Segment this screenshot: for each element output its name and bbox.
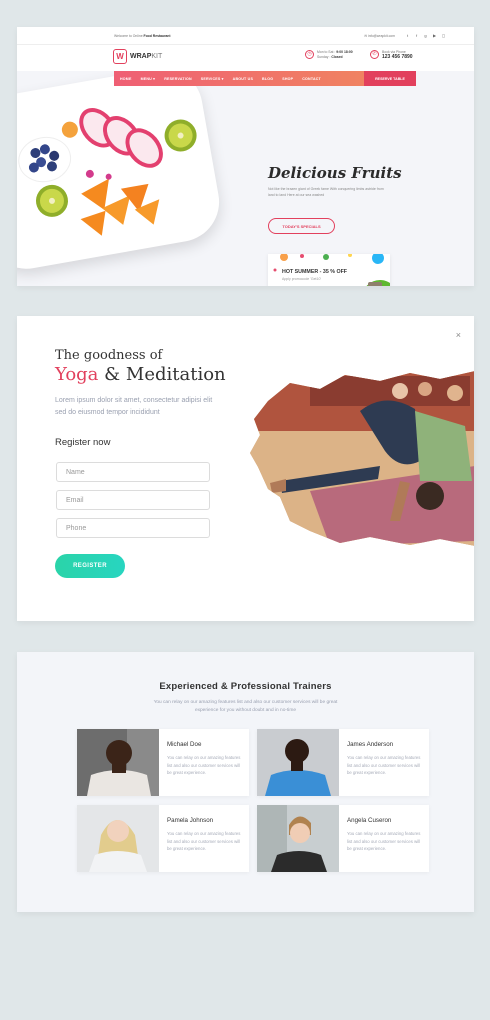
hero-subtitle: Not like the brazen giant of Greek fame … [268,187,384,197]
trainer-name: Pamela Johnson [167,817,214,824]
nav-menu[interactable]: MENU ▾ [141,77,156,81]
nav-services[interactable]: SERVICES ▾ [201,77,224,81]
logo[interactable]: W WRAPKIT [113,49,162,64]
trainer-bio: You can relay on our amazing features li… [167,831,241,851]
trainer-photo-angela [257,805,339,872]
welcome-text: Welcome to Online Food Restaurant [114,33,171,38]
nav-shop[interactable]: SHOP [282,77,293,81]
todays-specials-button[interactable]: TODAY'S SPECIALS [268,218,335,234]
trainer-bio: You can relay on our amazing features li… [167,755,241,775]
register-button[interactable]: REGISTER [55,554,125,578]
trainer-card[interactable]: James Anderson You can relay on our amaz… [257,729,429,796]
trainers-title: Experienced & Professional Trainers [159,681,332,692]
name-field[interactable]: Name [56,462,210,482]
nav-home[interactable]: HOME [120,77,132,81]
instagram-icon[interactable]: ◻ [441,33,446,38]
promo-banner[interactable]: HOT SUMMER - 35 % OFF Apply promocode 'G… [268,254,390,286]
top-bar: Welcome to Online Food Restaurant ✉ info… [17,27,474,45]
fruit-illustration [18,108,197,236]
phone-icon: ✆ [370,50,379,59]
twitter-icon[interactable]: t [405,33,410,38]
yoga-title: Yoga & Meditation [55,364,226,385]
logo-text: WRAPKIT [130,53,163,60]
trainer-bio: You can relay on our amazing features li… [347,755,421,775]
email-field[interactable]: Email [56,490,210,510]
phone-field[interactable]: Phone [56,518,210,538]
promo-title: HOT SUMMER - 35 % OFF [282,269,348,275]
reserve-table-button[interactable]: RESERVE TABLE [364,71,416,86]
trainer-name: Angela Cuseron [347,817,392,824]
nav-contact[interactable]: CONTACT [302,77,321,81]
yoga-description: Lorem ipsum dolor sit amet, consectetur … [55,397,213,416]
trainer-name: James Anderson [347,741,394,748]
nav-reservation[interactable]: RESERVATION [164,77,192,81]
promo-subtitle: Apply promocode 'Get10' [282,277,322,281]
trainer-card[interactable]: Pamela Johnson You can relay on our amaz… [77,805,249,872]
yoga-pretitle: The goodness of [55,348,163,363]
logo-mark: W [113,49,127,64]
trainer-photo-james [257,729,339,796]
trainer-name: Michael Doe [167,741,202,748]
youtube-icon[interactable]: ▶ [432,33,437,38]
nav-blog[interactable]: BLOG [262,77,273,81]
google-plus-icon[interactable]: g [423,33,428,38]
email-link[interactable]: ✉ info@wrapkit.com [364,34,395,38]
site-header: W WRAPKIT ◷ Mon to Sat : 9:00 18:00 Sund… [17,45,474,71]
trainer-card[interactable]: Michael Doe You can relay on our amazing… [77,729,249,796]
hero-title: Delicious Fruits [268,164,402,182]
trainer-photo-michael [77,729,159,796]
clock-icon: ◷ [305,50,314,59]
restaurant-preview: Delicious Fruits Not like the brazen gia… [17,27,474,286]
facebook-icon[interactable]: f [414,33,419,38]
hero-section: Delicious Fruits Not like the brazen gia… [17,61,474,286]
main-nav: HOME MENU ▾ RESERVATION SERVICES ▾ ABOUT… [114,71,416,86]
opening-hours: ◷ Mon to Sat : 9:00 18:00 Sunday : Close… [305,50,353,60]
yoga-registration-modal: × The goodness of Yoga & Meditation Lore… [17,316,474,621]
close-icon[interactable]: × [456,330,461,340]
register-title: Register now [55,437,111,448]
phone-info: ✆ Book via Phone 123 456 7890 [370,50,413,60]
trainer-photo-pamela [77,805,159,872]
trainer-card[interactable]: Angela Cuseron You can relay on our amaz… [257,805,429,872]
trainers-section: Experienced & Professional Trainers You … [17,652,474,912]
fruit-plate-image [17,61,226,276]
yoga-photo [250,371,474,546]
trainer-bio: You can relay on our amazing features li… [347,831,421,851]
trainers-description: You can relay on our amazing features li… [153,700,338,713]
nav-about[interactable]: ABOUT US [233,77,253,81]
